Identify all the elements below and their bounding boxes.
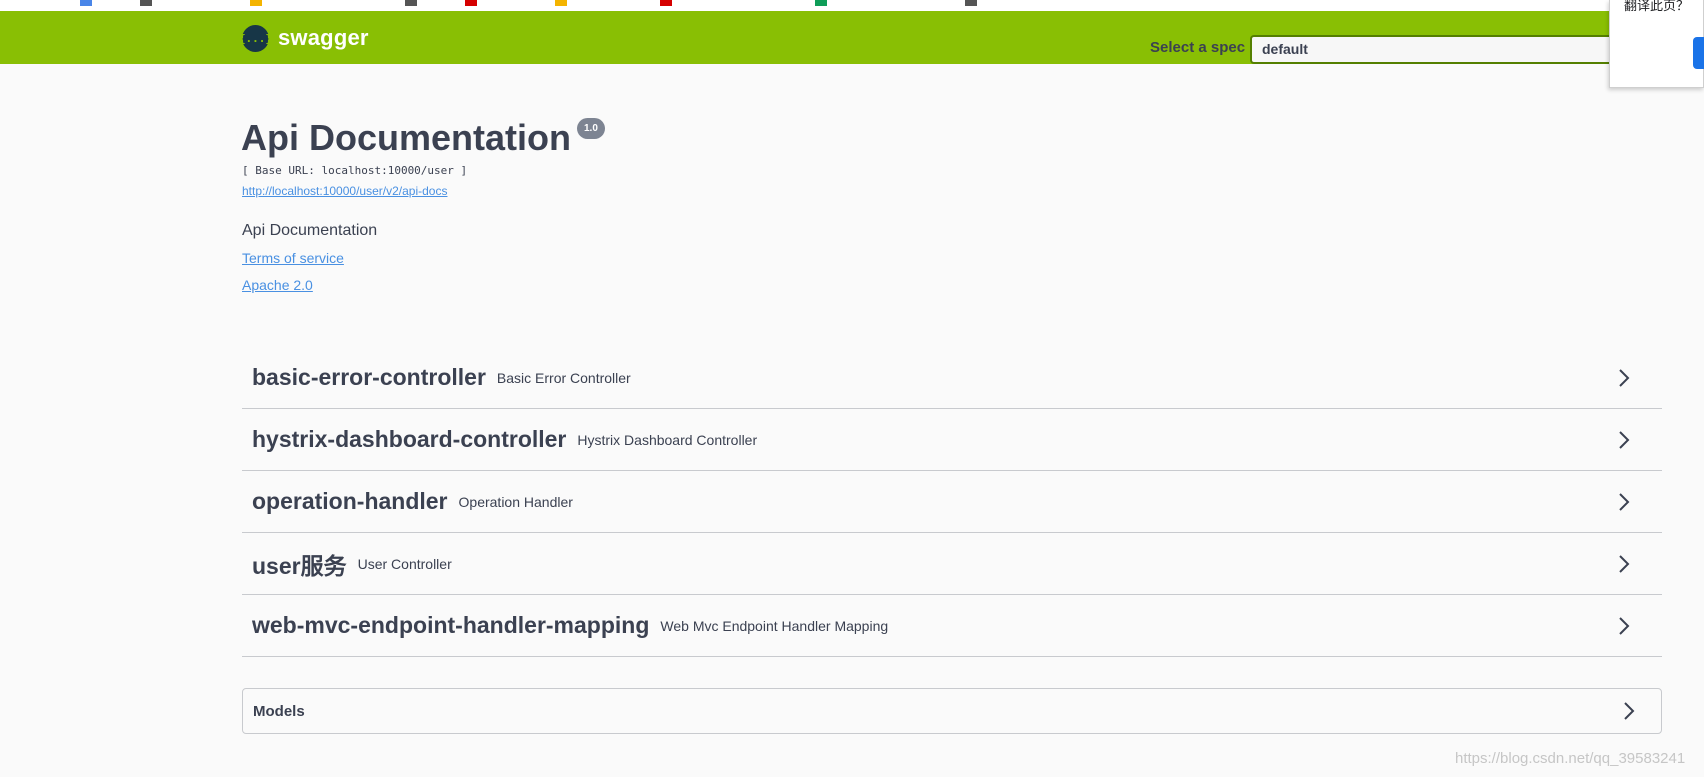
bookmark-bar <box>0 0 1704 11</box>
translate-button[interactable] <box>1693 37 1704 69</box>
chevron-right-icon <box>1619 493 1630 511</box>
models-section[interactable]: Models <box>242 688 1662 734</box>
logo-text: swagger <box>278 25 369 50</box>
version-badge: 1.0 <box>577 118 605 139</box>
tag-name: hystrix-dashboard-controller <box>252 426 567 452</box>
tag-row-user-service[interactable]: user服务 User Controller <box>242 533 1662 595</box>
swagger-logo-icon: {...} <box>239 24 272 52</box>
tag-description: Basic Error Controller <box>496 369 631 386</box>
terms-of-service-link[interactable]: Terms of service <box>242 250 344 266</box>
translate-prompt: 翻译此页？ <box>1624 0 1690 13</box>
tag-list: basic-error-controller Basic Error Contr… <box>242 347 1662 657</box>
tag-row-web-mvc-endpoint-handler-mapping[interactable]: web-mvc-endpoint-handler-mapping Web Mvc… <box>242 595 1662 657</box>
bookmark-icon[interactable] <box>660 0 672 6</box>
models-title: Models <box>253 702 305 720</box>
chevron-right-icon <box>1619 555 1630 573</box>
tag-row-hystrix-dashboard-controller[interactable]: hystrix-dashboard-controller Hystrix Das… <box>242 409 1662 471</box>
bookmark-icon[interactable] <box>140 0 152 6</box>
top-bar: {...} swagger Select a spec default <box>0 11 1704 64</box>
translate-popup: 翻译此页？ <box>1609 0 1704 88</box>
tag-row-basic-error-controller[interactable]: basic-error-controller Basic Error Contr… <box>242 347 1662 409</box>
chevron-right-icon <box>1624 702 1635 720</box>
tag-name: web-mvc-endpoint-handler-mapping <box>252 612 650 638</box>
tag-description: Hystrix Dashboard Controller <box>577 431 758 448</box>
tag-name: basic-error-controller <box>252 364 486 390</box>
bookmark-icon[interactable] <box>465 0 477 6</box>
spec-select-label: Select a spec <box>1150 39 1246 56</box>
tag-row-operation-handler[interactable]: operation-handler Operation Handler <box>242 471 1662 533</box>
tag-name: user服务 <box>252 552 347 579</box>
tag-description: Web Mvc Endpoint Handler Mapping <box>660 617 889 634</box>
bookmark-icon[interactable] <box>965 0 977 6</box>
tag-description: User Controller <box>357 555 452 572</box>
tag-description: Operation Handler <box>458 493 573 510</box>
chevron-right-icon <box>1619 617 1630 635</box>
api-docs-link[interactable]: http://localhost:10000/user/v2/api-docs <box>242 184 447 198</box>
chevron-right-icon <box>1619 369 1630 387</box>
watermark: https://blog.csdn.net/qq_39583241 <box>1455 750 1686 767</box>
base-url: [ Base URL: localhost:10000/user ] <box>242 164 468 177</box>
api-description: Api Documentation <box>242 222 378 239</box>
swagger-logo[interactable]: {...} swagger <box>239 24 369 52</box>
bookmark-icon[interactable] <box>250 0 262 6</box>
spec-select[interactable]: default <box>1250 35 1630 64</box>
bookmark-icon[interactable] <box>555 0 567 6</box>
bookmark-icon[interactable] <box>405 0 417 6</box>
license-link[interactable]: Apache 2.0 <box>242 277 313 293</box>
page-title: Api Documentation <box>241 117 571 158</box>
bookmark-icon[interactable] <box>80 0 92 6</box>
chevron-right-icon <box>1619 431 1630 449</box>
api-title-row: Api Documentation 1.0 <box>241 116 605 160</box>
bookmark-icon[interactable] <box>815 0 827 6</box>
tag-name: operation-handler <box>252 488 448 514</box>
